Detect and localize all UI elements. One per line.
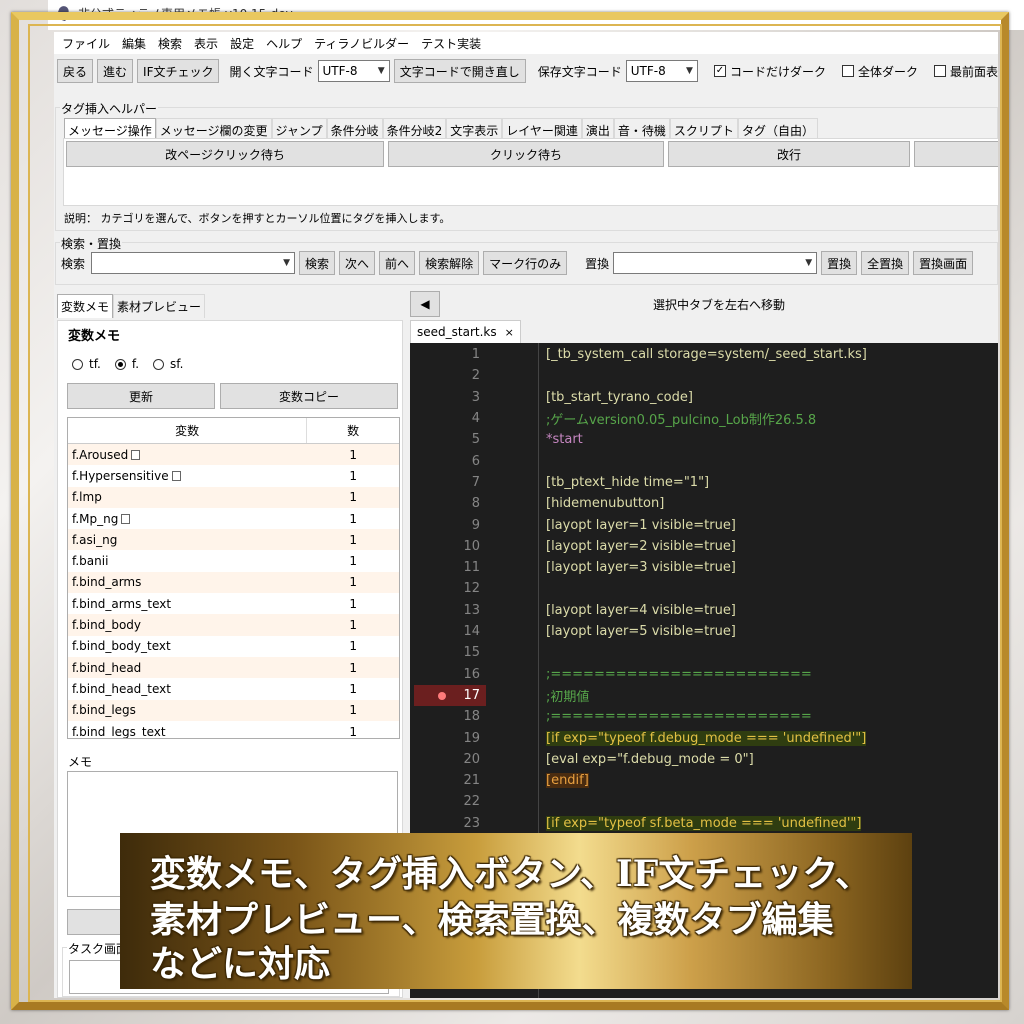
caption-line-1: 変数メモ、タグ挿入ボタン、IF文チェック、	[150, 853, 871, 895]
feature-caption-banner: 変数メモ、タグ挿入ボタン、IF文チェック、 素材プレビュー、検索置換、複数タブ編…	[120, 833, 912, 989]
caption-line-3: などに対応	[150, 943, 331, 985]
